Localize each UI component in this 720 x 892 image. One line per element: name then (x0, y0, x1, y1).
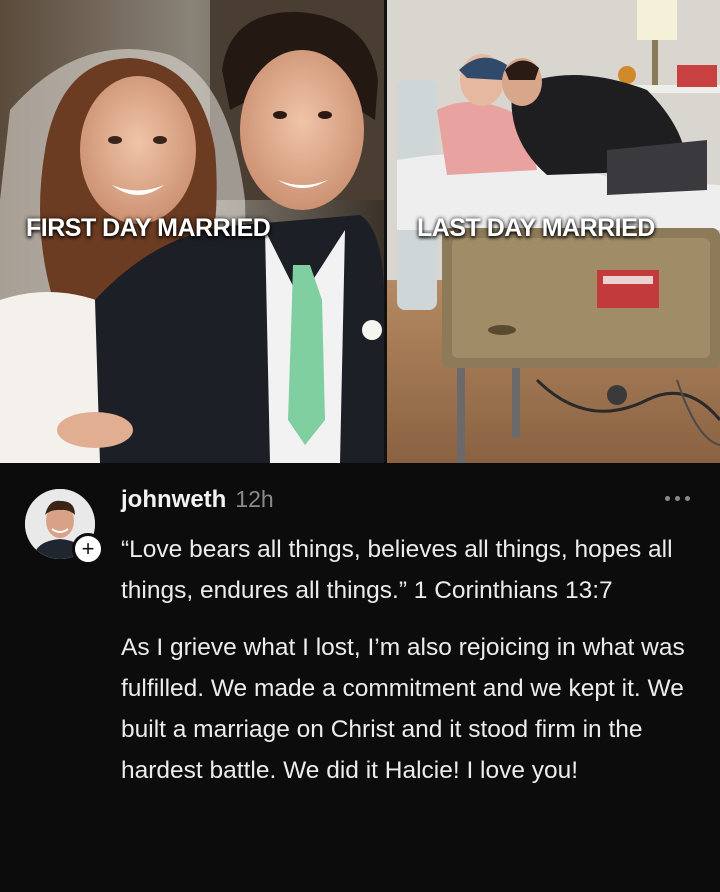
threads-post-screen: FIRST DAY MARRIED LAST DAY MARRIED + joh… (0, 0, 720, 892)
last-day-caption: LAST DAY MARRIED (417, 214, 655, 242)
plus-icon: + (81, 536, 95, 561)
hospital-photo[interactable]: LAST DAY MARRIED (387, 0, 720, 463)
post-header: johnweth 12h (121, 486, 274, 518)
post-image-collage[interactable]: FIRST DAY MARRIED LAST DAY MARRIED (0, 0, 720, 463)
post-timestamp: 12h (235, 486, 274, 512)
follow-button[interactable]: + (72, 533, 104, 565)
first-day-caption: FIRST DAY MARRIED (26, 214, 271, 242)
more-horizontal-icon[interactable] (665, 496, 690, 501)
username[interactable]: johnweth (121, 486, 226, 514)
post-text: “Love bears all things, believes all thi… (121, 529, 706, 791)
wedding-photo[interactable]: FIRST DAY MARRIED (0, 0, 384, 463)
post-content: + johnweth 12h “Love bears all things, b… (0, 463, 720, 892)
more-dot (675, 496, 680, 501)
post-message: As I grieve what I lost, I’m also rejoic… (121, 634, 685, 784)
post-quote: “Love bears all things, believes all thi… (121, 536, 673, 604)
more-dot (685, 496, 690, 501)
more-dot (665, 496, 670, 501)
